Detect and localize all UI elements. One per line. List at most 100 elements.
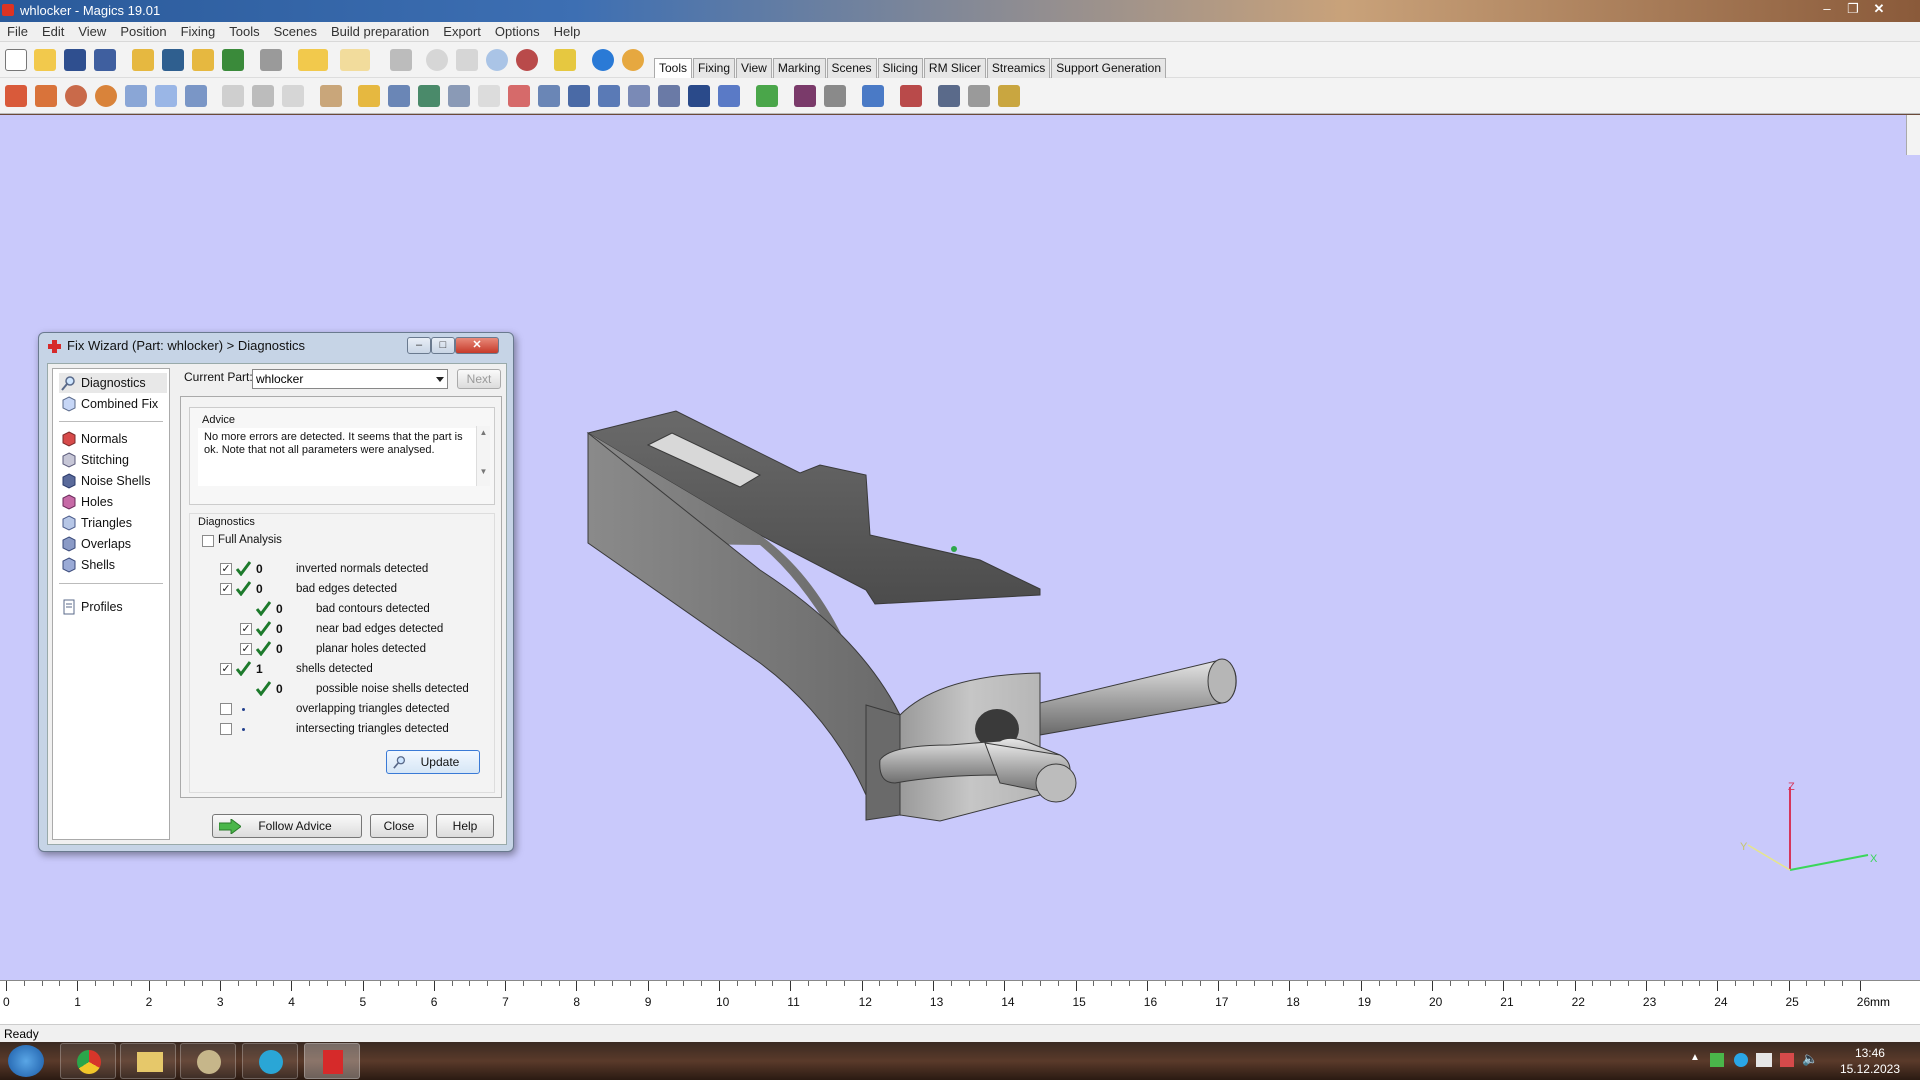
nav-triangles[interactable]: Triangles [59,513,167,533]
nav-stitching[interactable]: Stitching [59,450,167,470]
load-scene-icon[interactable] [192,49,214,71]
tab-streamics[interactable]: Streamics [986,58,1051,78]
tab-rm-slicer[interactable]: RM Slicer [923,58,986,78]
dialog-maximize-button[interactable]: □ [431,337,455,354]
start-button[interactable] [8,1045,44,1077]
duplicate-icon[interactable] [185,85,207,107]
tray-clock[interactable]: 13:46 15.12.2023 [1840,1045,1900,1077]
export-icon[interactable] [862,85,884,107]
triangle-reduction-icon[interactable] [718,85,740,107]
label-icon[interactable] [658,85,680,107]
menu-tools[interactable]: Tools [222,22,266,42]
row-checkbox[interactable]: ✓ [220,563,232,575]
dialog-minimize-button[interactable]: – [407,337,431,354]
menu-edit[interactable]: Edit [35,22,71,42]
tray-flag-icon[interactable] [1780,1053,1794,1067]
row-checkbox[interactable] [220,703,232,715]
extrude-icon[interactable] [448,85,470,107]
part-model-whlocker[interactable] [586,410,1237,822]
hand-icon[interactable] [320,85,342,107]
measure-icon[interactable] [358,85,380,107]
menu-fixing[interactable]: Fixing [174,22,223,42]
print-icon[interactable] [260,49,282,71]
redo-icon[interactable] [340,49,370,71]
select-part-icon[interactable] [390,49,412,71]
nav-normals[interactable]: Normals [59,429,167,449]
rotate-interactive-icon[interactable] [95,85,117,107]
nav-overlaps[interactable]: Overlaps [59,534,167,554]
advice-scrollbar[interactable]: ▲ ▼ [476,426,490,486]
taskbar-magics[interactable] [304,1043,360,1079]
tray-language-icon[interactable] [1756,1053,1772,1067]
menu-help[interactable]: Help [547,22,588,42]
taskbar-app[interactable] [242,1043,298,1079]
close-button[interactable]: Close [370,814,428,838]
unload-part-icon[interactable] [222,49,244,71]
nav-combined-fix[interactable]: Combined Fix [59,394,167,414]
help-button[interactable]: Help [436,814,494,838]
nav-holes[interactable]: Holes [59,492,167,512]
import-part-icon[interactable] [132,49,154,71]
xyz-icon[interactable] [824,85,846,107]
viewport-side-handle[interactable] [1906,115,1920,155]
row-checkbox[interactable]: ✓ [220,583,232,595]
nav-shells[interactable]: Shells [59,555,167,575]
tab-support-generation[interactable]: Support Generation [1051,58,1167,78]
row-checkbox[interactable] [220,723,232,735]
menu-scenes[interactable]: Scenes [267,22,324,42]
nav-noise-shells[interactable]: Noise Shells [59,471,167,491]
menu-export[interactable]: Export [436,22,488,42]
tab-scenes[interactable]: Scenes [826,58,877,78]
settings-icon[interactable] [938,85,960,107]
tab-slicing[interactable]: Slicing [877,58,923,78]
align-icon[interactable] [756,85,778,107]
minimize-button[interactable]: – [1816,1,1838,17]
tray-update-icon[interactable] [1734,1053,1748,1067]
undo-icon[interactable] [298,49,328,71]
tab-fixing[interactable]: Fixing [693,58,736,78]
mirror-icon[interactable] [125,85,147,107]
rescale-icon[interactable] [155,85,177,107]
punch-icon[interactable] [252,85,274,107]
report-icon[interactable] [998,85,1020,107]
build-platform-icon[interactable] [794,85,816,107]
zoom-window-icon[interactable] [516,49,538,71]
save-icon[interactable] [64,49,86,71]
menu-build-preparation[interactable]: Build preparation [324,22,436,42]
row-checkbox[interactable]: ✓ [240,623,252,635]
tray-volume-icon[interactable]: 🔈 [1802,1051,1818,1067]
row-checkbox[interactable]: ✓ [220,663,232,675]
hollow-icon[interactable] [282,85,304,107]
tray-arrow-icon[interactable]: ▲ [1690,1052,1704,1066]
taskbar-paint[interactable] [180,1043,236,1079]
rotate-part-icon[interactable] [65,85,87,107]
scroll-down-icon[interactable]: ▼ [477,467,490,476]
update-button[interactable]: Update [386,750,480,774]
boolean-icon[interactable] [388,85,410,107]
tray-network-icon[interactable] [1710,1053,1724,1067]
checklist-icon[interactable] [554,49,576,71]
full-analysis-checkbox[interactable] [202,535,214,547]
smooth-icon[interactable] [508,85,530,107]
menu-file[interactable]: File [0,22,35,42]
zoom-icon[interactable] [486,49,508,71]
box-icon[interactable] [568,85,590,107]
maximize-button[interactable]: ❐ [1842,1,1864,17]
surface-icon[interactable] [628,85,650,107]
save-part-icon[interactable] [162,49,184,71]
scroll-up-icon[interactable]: ▲ [477,428,490,437]
taskbar-explorer[interactable] [120,1043,176,1079]
row-checkbox[interactable]: ✓ [240,643,252,655]
next-button[interactable]: Next [457,369,501,389]
tab-marking[interactable]: Marking [772,58,826,78]
support-icon[interactable] [900,85,922,107]
section-icon[interactable] [688,85,710,107]
move-icon[interactable] [35,85,57,107]
grid-icon[interactable] [598,85,620,107]
nav-profiles[interactable]: Profiles [59,597,167,617]
current-part-select[interactable]: whlocker [252,369,448,389]
wave-icon[interactable] [968,85,990,107]
follow-advice-button[interactable]: Follow Advice [212,814,362,838]
close-window-button[interactable]: ✕ [1868,1,1890,17]
new-file-icon[interactable] [5,49,27,71]
